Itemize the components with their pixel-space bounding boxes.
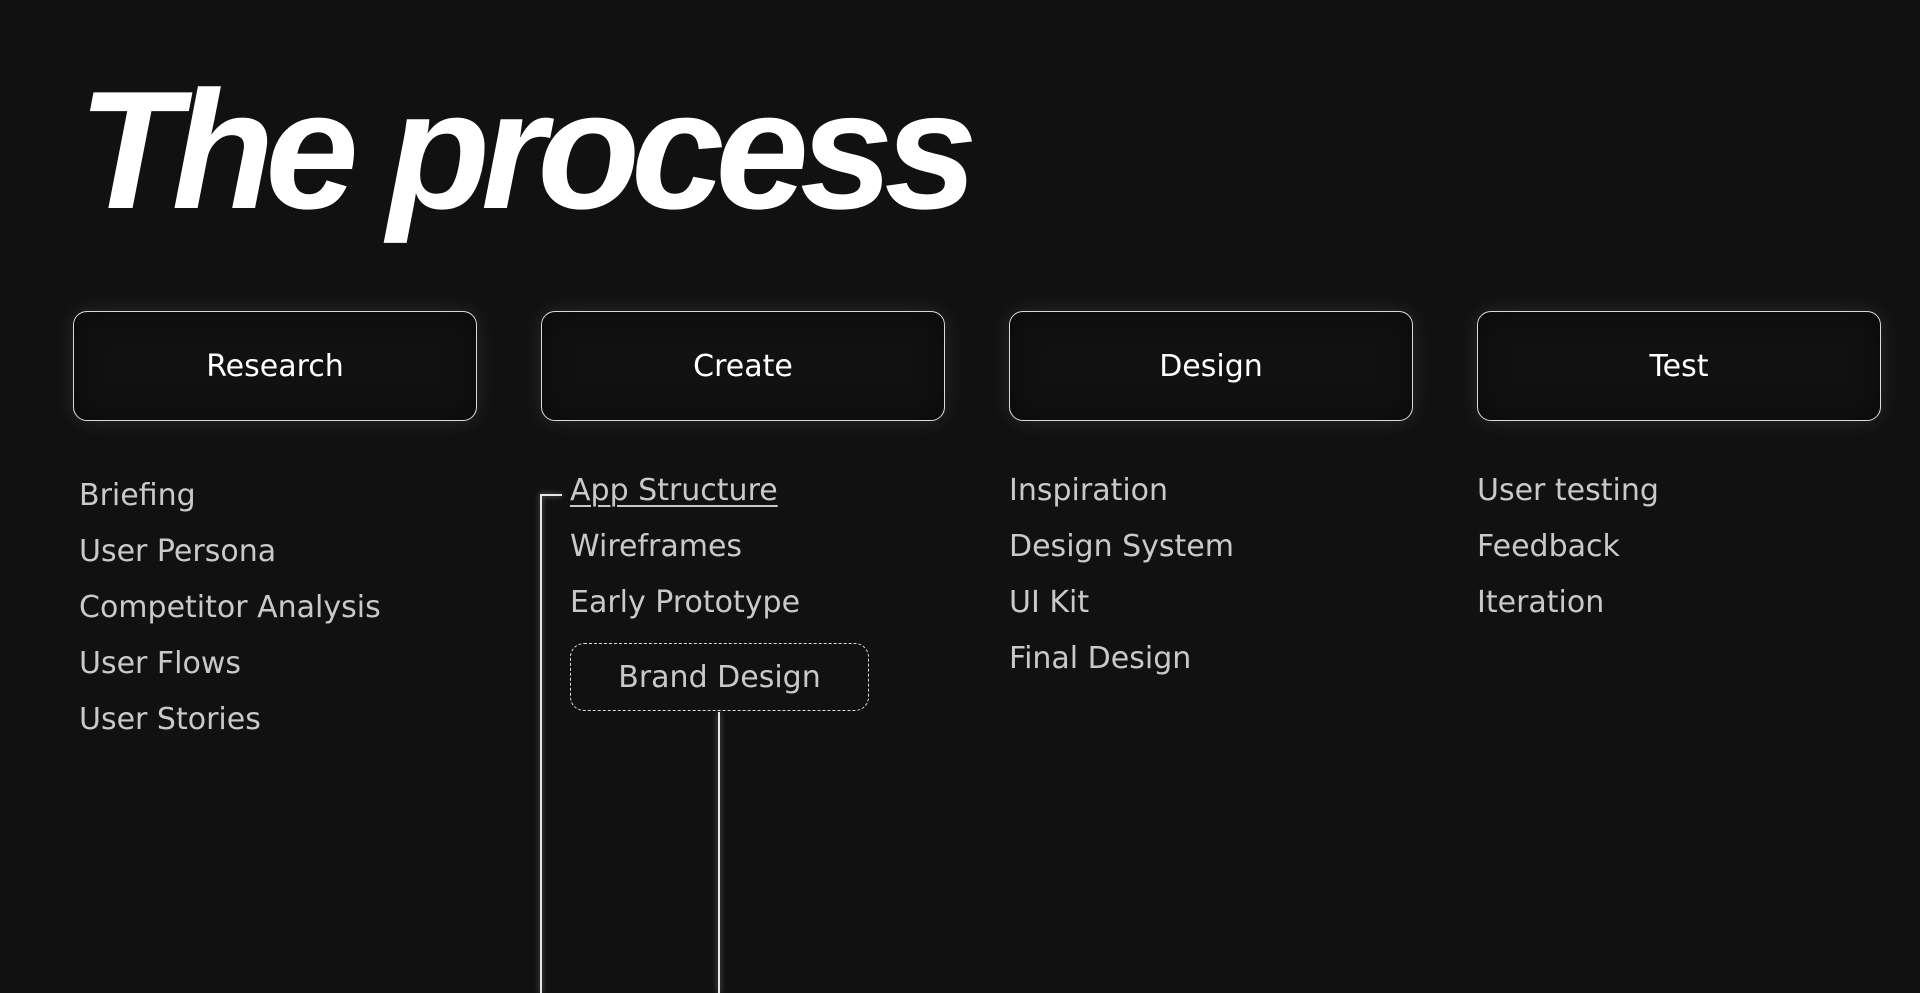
list-item[interactable]: UI Kit xyxy=(1009,575,1234,631)
stage-research-label: Research xyxy=(206,348,344,384)
list-item[interactable]: Inspiration xyxy=(1009,463,1234,519)
list-item[interactable]: Briefing xyxy=(79,468,381,524)
connector-line-brand-design xyxy=(718,712,720,993)
list-item[interactable]: Wireframes xyxy=(570,519,800,575)
stage-test[interactable]: Test xyxy=(1477,311,1881,421)
list-item[interactable]: User testing xyxy=(1477,463,1659,519)
list-item[interactable]: User Persona xyxy=(79,524,381,580)
stage-create-label: Create xyxy=(693,348,793,384)
stage-research[interactable]: Research xyxy=(73,311,477,421)
list-item[interactable]: Iteration xyxy=(1477,575,1659,631)
connector-line-app-structure-vertical xyxy=(540,495,542,993)
list-item[interactable]: Early Prototype xyxy=(570,575,800,631)
list-item-app-structure[interactable]: App Structure xyxy=(570,463,800,519)
stage-test-label: Test xyxy=(1649,348,1709,384)
list-item[interactable]: Final Design xyxy=(1009,631,1234,687)
stage-design[interactable]: Design xyxy=(1009,311,1413,421)
list-item[interactable]: Competitor Analysis xyxy=(79,580,381,636)
design-items: Inspiration Design System UI Kit Final D… xyxy=(1009,463,1234,687)
stage-design-label: Design xyxy=(1159,348,1263,384)
stage-create[interactable]: Create xyxy=(541,311,945,421)
list-item[interactable]: Design System xyxy=(1009,519,1234,575)
connector-line-app-structure-horizontal xyxy=(540,494,562,496)
research-items: Briefing User Persona Competitor Analysi… xyxy=(79,468,381,748)
brand-design-label: Brand Design xyxy=(618,659,821,695)
list-item[interactable]: User Flows xyxy=(79,636,381,692)
create-items: App Structure Wireframes Early Prototype xyxy=(570,463,800,631)
list-item[interactable]: User Stories xyxy=(79,692,381,748)
test-items: User testing Feedback Iteration xyxy=(1477,463,1659,631)
list-item[interactable]: Feedback xyxy=(1477,519,1659,575)
page-title: The process xyxy=(78,56,978,244)
brand-design-box[interactable]: Brand Design xyxy=(570,643,869,711)
